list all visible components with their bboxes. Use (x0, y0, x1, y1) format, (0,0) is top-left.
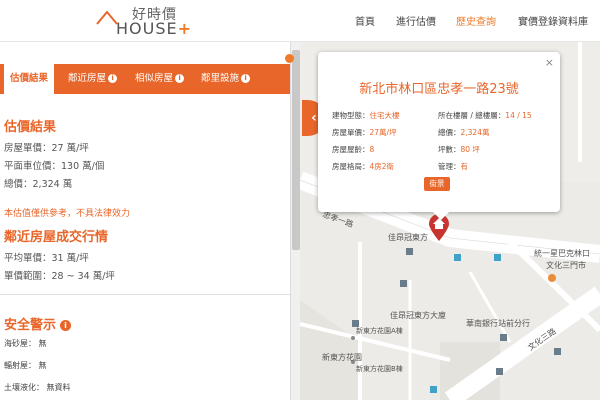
map-poi-label: 佳昂冠東方大廈 (390, 311, 446, 320)
area-ping: 坪數：80 坪 (438, 145, 480, 154)
total-price: 總價：2,324 萬 (4, 179, 73, 190)
info-icon: i (241, 74, 251, 83)
info-icon: i (175, 74, 185, 83)
scrollbar-thumb[interactable] (292, 50, 300, 250)
logo-english: HOUSE+ (116, 19, 193, 38)
nav-estimate[interactable]: 進行估價 (396, 13, 436, 28)
unit-price: 房屋單價：27 萬/坪 (4, 143, 89, 154)
nav-real-price-database[interactable]: 實價登錄資料庫 (518, 13, 588, 28)
total-price-popup: 總價：2,324萬 (438, 128, 490, 137)
tab-neighborhood-facilities[interactable]: 鄰里設施 i (201, 64, 251, 94)
warning-dot-icon (285, 54, 294, 63)
nav-home[interactable]: 首頁 (355, 13, 375, 28)
tab-nearby-houses[interactable]: 鄰近房屋 i (68, 64, 118, 94)
building-type: 建物型態：住宅大樓 (332, 111, 400, 120)
nearby-title: 鄰近房屋成交行情 (4, 230, 109, 245)
nearby-avg-price: 平均單價：31 萬/坪 (4, 253, 89, 264)
parking-price: 平面車位價：130 萬/個 (4, 161, 105, 172)
layout: 房屋格局：4房2衛 (332, 162, 395, 171)
info-icon: i (108, 74, 118, 83)
map-poi-label: 新東方花園 (322, 353, 362, 362)
left-panel: 估價結果 鄰近房屋 i 相似房屋 i 鄰里設施 i 估價結果 房屋單價：27 萬/坪 … (0, 42, 290, 400)
street-view-button[interactable]: 街景 (424, 177, 450, 191)
roof-logo-icon (96, 10, 118, 25)
top-header: 好時價 HOUSE+ 首頁 進行估價 歷史查詢 實價登錄資料庫 (0, 0, 600, 42)
nearby-price-range: 單價範圍：28 ~ 34 萬/坪 (4, 271, 115, 282)
unit-price-popup: 房屋單價：27萬/坪 (332, 128, 397, 137)
map-poi-label: 文化三門市 (546, 261, 586, 270)
popup-pointer (433, 212, 449, 220)
map-poi-label: 統一星巴克林口 (534, 249, 590, 258)
site-logo[interactable]: 好時價 HOUSE+ (96, 2, 196, 40)
map-poi-label: 佳昂冠東方 (388, 233, 428, 242)
nav-history[interactable]: 歷史查詢 (456, 13, 496, 28)
soil-liquefaction: 土壤液化： 無資料 (4, 383, 71, 392)
divider (0, 294, 290, 295)
left-panel-scrollbar[interactable] (290, 42, 300, 400)
chevron-left-icon: ‹ (311, 110, 317, 126)
map-poi-label: 新東方花園A棟 (356, 327, 403, 335)
disclaimer: 本估值僅供參考，不具法律效力 (4, 209, 131, 219)
property-popup: × 新北市林口區忠孝一路23號 建物型態：住宅大樓 房屋單價：27萬/坪 房屋屋… (318, 52, 560, 220)
tab-similar-houses[interactable]: 相似房屋 i (135, 64, 185, 94)
result-tabs: 估價結果 鄰近房屋 i 相似房屋 i 鄰里設施 i (0, 64, 290, 94)
sea-sand-house: 海砂屋： 無 (4, 339, 47, 348)
info-icon[interactable]: i (60, 320, 72, 331)
map-poi-label: 華南銀行站前分行 (466, 319, 530, 328)
safety-title: 安全警示 i (4, 314, 72, 333)
map-poi-label: 新東方花園B棟 (356, 365, 403, 373)
building-age: 房屋屋齡：8 (332, 145, 375, 154)
tab-estimate-result[interactable]: 估價結果 (4, 64, 55, 94)
popup-address: 新北市林口區忠孝一路23號 (359, 82, 519, 97)
estimate-title: 估價結果 (4, 120, 57, 135)
close-icon[interactable]: × (545, 56, 554, 69)
management: 管理：有 (438, 162, 468, 171)
floor-info: 所在樓層 / 總樓層：14 / 15 (438, 111, 532, 120)
radiation-house: 輻射屋： 無 (4, 361, 47, 370)
